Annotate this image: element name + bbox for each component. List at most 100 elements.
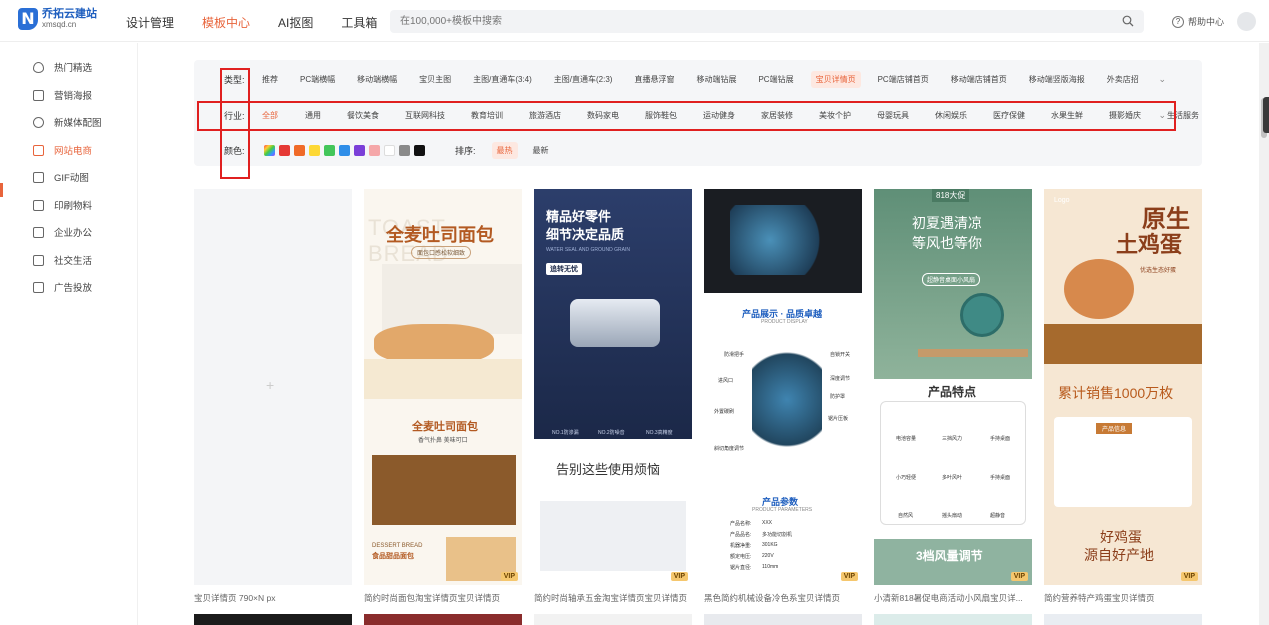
card-text: NO.2防噪音 [598, 430, 625, 436]
sidebar: 热门精选 营销海报 新媒体配图 网站电商 GIF动图 印刷物料 企业办公 社交生… [0, 43, 138, 625]
card-text: 斜切角度调节 [714, 446, 745, 452]
sidebar-item-newmedia[interactable]: 新媒体配图 [33, 115, 102, 129]
feature-box [880, 401, 1026, 525]
type-chip[interactable]: PC端店铺首页 [873, 71, 934, 88]
avatar[interactable] [1237, 12, 1256, 31]
valve-image [570, 299, 660, 347]
sidebar-item-office[interactable]: 企业办公 [33, 225, 92, 239]
card-caption[interactable]: 黑色简约机械设备冷色系宝贝详情页 [704, 592, 864, 604]
sidebar-item-label: 网站电商 [54, 146, 93, 157]
help-center[interactable]: ? 帮助中心 [1172, 15, 1224, 28]
type-chip[interactable]: 移动端店铺首页 [946, 71, 1012, 88]
search-icon[interactable] [1122, 15, 1134, 27]
card-text: 超静音桌面小风扇 [922, 273, 981, 286]
sort-hot[interactable]: 最热 [491, 141, 518, 159]
side-panel-handle[interactable] [1263, 97, 1269, 133]
template-card-fan[interactable]: 818大促 初夏遇清凉 等风也等你 超静音桌面小风扇 产品特点 电池容量 三挡风… [874, 189, 1032, 585]
card-text: 三挡风力 [942, 436, 963, 442]
sidebar-item-gif[interactable]: GIF动图 [33, 170, 89, 184]
sidebar-item-print[interactable]: 印刷物料 [33, 198, 92, 212]
color-row: 颜色: 排序: 最热 最新 [194, 139, 1202, 161]
nav-toolbox[interactable]: 工具箱 [341, 14, 377, 31]
type-chip[interactable]: PC端横幅 [295, 71, 340, 88]
card-text: 多功能切割机 [762, 532, 793, 538]
shop-icon [33, 144, 44, 156]
sidebar-item-label: 企业办公 [54, 228, 93, 239]
swatch-yellow[interactable] [309, 144, 320, 156]
card-text: NO.3高精度 [646, 430, 673, 436]
type-chip[interactable]: 宝贝主图 [414, 71, 456, 88]
logo-sub: xmsqd.cn [42, 20, 77, 29]
card-caption[interactable]: 简约时尚面包淘宝详情页宝贝详情页 [364, 592, 524, 604]
sidebar-item-label: 新媒体配图 [54, 118, 102, 129]
card-caption[interactable]: 小清新818暑促电商活动小风扇宝贝详... [874, 592, 1034, 604]
swatch-white[interactable] [384, 144, 395, 156]
color-swatches: 排序: 最热 最新 [264, 141, 554, 159]
card-text: 防滑把手 [724, 352, 745, 358]
card-caption[interactable]: 简约营养特产鸡蛋宝贝详情页 [1044, 592, 1204, 604]
card-text: XXX [762, 520, 773, 526]
card-image-area [372, 455, 516, 525]
template-card-hardware[interactable]: 精品好零件 细节决定品质 WATER SEAL AND GROUND GRAIN… [534, 189, 692, 585]
egg-image [1064, 259, 1134, 319]
template-card-blank[interactable]: + [194, 189, 352, 585]
swatch-orange[interactable] [294, 144, 305, 156]
swatch-gray[interactable] [399, 144, 410, 156]
template-card-partial[interactable] [874, 614, 1032, 625]
type-chip[interactable]: 主图/直通车(2:3) [549, 71, 618, 88]
template-card-partial[interactable] [1044, 614, 1202, 625]
ad-icon [33, 281, 44, 293]
sidebar-item-social[interactable]: 社交生活 [33, 253, 92, 267]
logo[interactable]: N 乔拓云建站 xmsqd.cn [18, 8, 97, 30]
swatch-green[interactable] [324, 144, 335, 156]
chevron-down-icon[interactable]: ⌄ [1158, 74, 1166, 85]
search-input[interactable] [390, 10, 1090, 33]
type-chip[interactable]: 主图/直通车(3:4) [468, 71, 537, 88]
template-card-eggs[interactable]: Logo 原生 土鸡蛋 优选生态好蛋 累计销售1000万枚 产品信息 好鸡蛋 源… [1044, 189, 1202, 585]
swatch-blue[interactable] [339, 144, 350, 156]
sidebar-item-ecommerce[interactable]: 网站电商 [33, 143, 92, 157]
help-icon: ? [1172, 15, 1184, 28]
sidebar-item-ads[interactable]: 广告投放 [33, 280, 92, 294]
template-card-machine[interactable]: 产品展示 · 品质卓越 PRODUCT DISPLAY 防滑把手 自锁开关 进风… [704, 189, 862, 585]
swatch-purple[interactable] [354, 144, 365, 156]
sort-new[interactable]: 最新 [528, 142, 554, 159]
card-text: NO.1防渗漏 [552, 430, 579, 436]
card-text: 产品信息 [1096, 423, 1133, 434]
gif-icon [33, 171, 44, 183]
nav-ai-cutout[interactable]: AI抠图 [278, 14, 313, 31]
card-caption[interactable]: 简约时尚轴承五金淘宝详情页宝贝详情页 [534, 592, 694, 604]
type-chip[interactable]: 移动端横幅 [352, 71, 402, 88]
sidebar-item-label: 热门精选 [54, 63, 93, 74]
nav-design-manage[interactable]: 设计管理 [126, 14, 174, 31]
card-text: 锯片直径: [730, 565, 752, 571]
swatch-pink[interactable] [369, 144, 380, 156]
bread-image [374, 324, 494, 364]
nav-template-center[interactable]: 模板中心 [202, 14, 250, 31]
template-card-partial[interactable] [194, 614, 352, 625]
card-text: 220V [762, 553, 774, 559]
fan-image [960, 293, 1004, 337]
template-card-partial[interactable] [364, 614, 522, 625]
type-chip[interactable]: 直播悬浮窗 [629, 71, 679, 88]
type-chip-active[interactable]: 宝贝详情页 [810, 70, 861, 88]
card-text: Logo [1054, 197, 1070, 204]
card-caption[interactable]: 宝贝详情页 790×N px [194, 592, 354, 604]
card-text: 全麦吐司面包 [412, 421, 478, 433]
type-chip[interactable]: 外卖店招 [1102, 71, 1144, 88]
template-card-bread[interactable]: TOAST BREAD 全麦吐司面包 面包口感松软细致 全麦吐司面包 香气扑鼻 … [364, 189, 522, 585]
type-chip[interactable]: 移动端钻展 [691, 71, 741, 88]
swatch-multicolor[interactable] [264, 144, 275, 156]
template-card-partial[interactable] [534, 614, 692, 625]
type-chip[interactable]: 移动端竖版海报 [1024, 71, 1090, 88]
card-text: 超静音 [990, 513, 1006, 519]
type-chip[interactable]: PC端钻展 [753, 71, 798, 88]
card-text: PRODUCT PARAMETERS [752, 507, 813, 513]
sidebar-item-poster[interactable]: 营销海报 [33, 88, 92, 102]
vip-badge: VIP [670, 572, 688, 581]
sidebar-item-hot[interactable]: 热门精选 [33, 60, 92, 74]
template-card-partial[interactable] [704, 614, 862, 625]
type-chip[interactable]: 推荐 [257, 71, 283, 88]
swatch-black[interactable] [414, 144, 425, 156]
swatch-red[interactable] [279, 144, 290, 156]
